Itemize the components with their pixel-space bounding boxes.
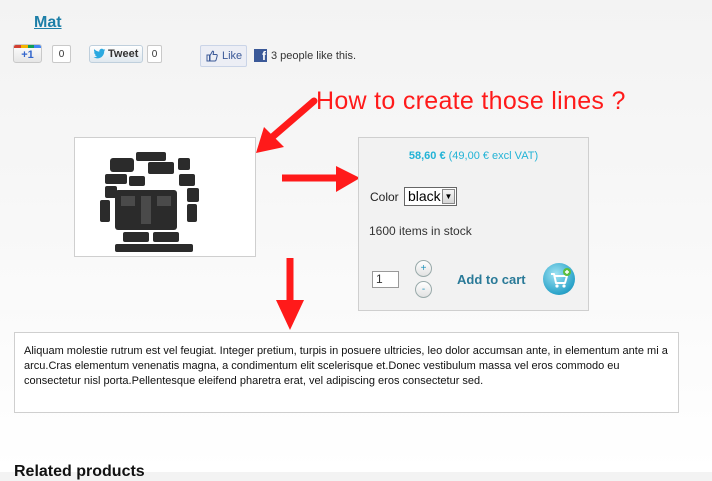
decrease-quantity-button[interactable]: - bbox=[415, 281, 432, 298]
google-plus-icon bbox=[14, 45, 41, 48]
cart-glyph bbox=[551, 268, 571, 288]
product-title-link[interactable]: Mat bbox=[34, 14, 62, 32]
car-mat-set-image bbox=[100, 152, 199, 252]
tweet-button[interactable]: Tweet bbox=[89, 45, 143, 63]
google-plus-label: +1 bbox=[21, 49, 34, 61]
color-select-value: black bbox=[408, 188, 441, 204]
buy-box: 58,60 € (49,00 € excl VAT) Color black ▼… bbox=[358, 137, 589, 311]
google-plus-button[interactable]: +1 bbox=[13, 44, 42, 63]
product-description: Aliquam molestie rutrum est vel feugiat.… bbox=[14, 332, 679, 413]
chevron-down-icon[interactable]: ▼ bbox=[442, 189, 455, 204]
quantity-input[interactable]: 1 bbox=[372, 271, 399, 288]
product-image[interactable] bbox=[74, 137, 256, 257]
arrow-to-buy-box bbox=[282, 166, 360, 192]
arrow-to-description bbox=[276, 258, 304, 330]
color-label: Color bbox=[370, 190, 399, 204]
like-count-text: 3 people like this. bbox=[271, 50, 356, 62]
price-row: 58,60 € (49,00 € excl VAT) bbox=[359, 150, 588, 162]
related-products-heading: Related products bbox=[14, 463, 145, 480]
price-excl-vat: (49,00 € excl VAT) bbox=[448, 150, 539, 162]
annotation-text: How to create those lines ? bbox=[316, 87, 626, 115]
tweet-count: 0 bbox=[147, 45, 162, 63]
add-to-cart-button[interactable]: Add to cart bbox=[457, 272, 526, 287]
price: 58,60 € bbox=[408, 150, 446, 162]
facebook-icon: f bbox=[254, 49, 267, 63]
stock-status: 1600 items in stock bbox=[369, 224, 472, 238]
cart-icon[interactable] bbox=[543, 263, 575, 295]
thumbs-up-icon bbox=[206, 50, 218, 62]
arrow-to-image bbox=[256, 97, 318, 153]
like-label: Like bbox=[222, 50, 243, 62]
google-plus-count: 0 bbox=[52, 45, 71, 63]
facebook-like-button[interactable]: Like bbox=[200, 45, 247, 67]
tweet-label: Tweet bbox=[108, 48, 139, 60]
color-select[interactable]: black ▼ bbox=[404, 187, 457, 206]
increase-quantity-button[interactable]: + bbox=[415, 260, 432, 277]
twitter-bird-icon bbox=[93, 48, 106, 59]
